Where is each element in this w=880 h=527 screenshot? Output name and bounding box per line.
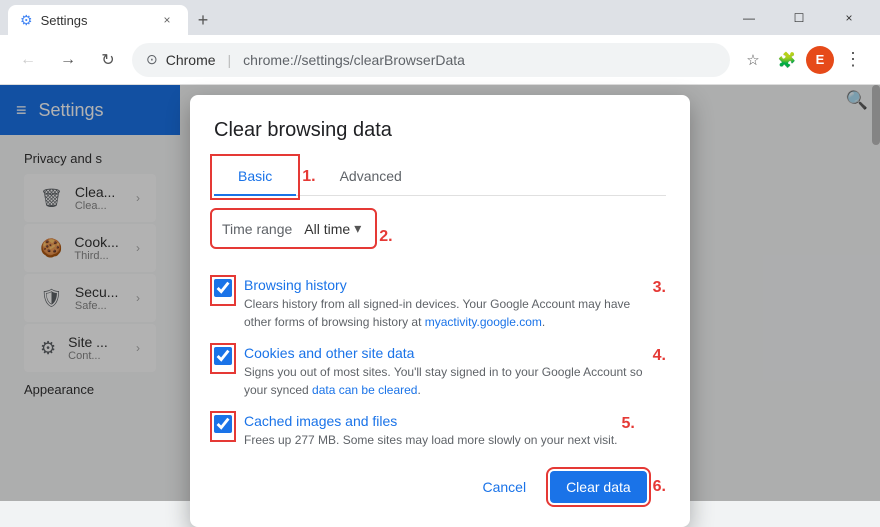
time-range-selector[interactable]: Time range All time ▾: [214, 212, 373, 245]
title-bar: ⚙ Settings × + — ☐ ×: [0, 0, 880, 35]
marker-5: 5.: [621, 415, 634, 433]
marker-6: 6.: [653, 478, 666, 496]
bookmark-button[interactable]: ☆: [738, 45, 768, 75]
refresh-button[interactable]: ↻: [92, 44, 124, 76]
settings-page: ≡ Settings Privacy and s 🗑 Clea... Clea.…: [0, 85, 880, 501]
cached-container: Cached images and files Frees up 277 MB.…: [214, 413, 666, 463]
profile-button[interactable]: E: [806, 46, 834, 74]
dialog-footer: Cancel Clear data 6.: [214, 471, 666, 503]
marker-2: 2.: [379, 228, 392, 246]
cookies-row: Cookies and other site data Signs you ou…: [214, 345, 649, 399]
maximize-button[interactable]: ☐: [776, 3, 822, 33]
dropdown-arrow-icon: ▾: [354, 220, 361, 237]
browsing-history-desc: Clears history from all signed-in device…: [244, 295, 649, 331]
dialog-overlay: Clear browsing data Basic 1. Advanced Ti…: [0, 85, 880, 501]
cookies-text: Cookies and other site data Signs you ou…: [244, 345, 649, 399]
marker-1: 1.: [302, 168, 315, 186]
url-bar[interactable]: ⊙ Chrome | chrome://settings/clearBrowse…: [132, 43, 730, 77]
active-tab[interactable]: ⚙ Settings ×: [8, 5, 188, 35]
clear-btn-container: Clear data 6.: [550, 471, 666, 503]
cookies-desc: Signs you out of most sites. You'll stay…: [244, 363, 649, 399]
tab-advanced[interactable]: Advanced: [316, 158, 426, 196]
tab-settings-icon: ⚙: [20, 12, 33, 29]
time-range-label: Time range: [222, 221, 292, 237]
data-cleared-link[interactable]: data can be cleared: [312, 383, 417, 397]
close-button[interactable]: ×: [826, 3, 872, 33]
browsing-history-checkbox-wrap[interactable]: [214, 279, 232, 302]
extensions-button[interactable]: 🧩: [772, 45, 802, 75]
minimize-button[interactable]: —: [726, 3, 772, 33]
myactivity-link[interactable]: myactivity.google.com: [425, 315, 542, 329]
time-range-dropdown[interactable]: All time ▾: [300, 218, 365, 239]
tab-basic[interactable]: Basic: [214, 158, 296, 196]
url-domain: Chrome: [166, 52, 216, 68]
tab-title: Settings: [41, 13, 88, 28]
browsing-history-container: Browsing history Clears history from all…: [214, 277, 666, 345]
forward-button[interactable]: →: [52, 44, 84, 76]
url-path: chrome://settings/clearBrowserData: [243, 52, 465, 68]
tab-close-button[interactable]: ×: [158, 11, 176, 29]
clear-browsing-data-dialog: Clear browsing data Basic 1. Advanced Ti…: [190, 95, 690, 527]
cached-desc: Frees up 277 MB. Some sites may load mor…: [244, 431, 617, 449]
cancel-button[interactable]: Cancel: [466, 471, 542, 503]
cached-text: Cached images and files Frees up 277 MB.…: [244, 413, 617, 449]
marker-4: 4.: [653, 347, 666, 365]
browsing-history-text: Browsing history Clears history from all…: [244, 277, 649, 331]
cached-checkbox-wrap[interactable]: [214, 415, 232, 438]
cached-checkbox[interactable]: [214, 415, 232, 433]
url-separator: |: [228, 52, 232, 68]
time-range-value: All time: [304, 221, 350, 237]
back-button[interactable]: ←: [12, 44, 44, 76]
address-bar: ← → ↻ ⊙ Chrome | chrome://settings/clear…: [0, 35, 880, 85]
cookies-checkbox-wrap[interactable]: [214, 347, 232, 370]
clear-data-button[interactable]: Clear data: [550, 471, 647, 503]
cookies-container: Cookies and other site data Signs you ou…: [214, 345, 666, 413]
cached-row: Cached images and files Frees up 277 MB.…: [214, 413, 617, 449]
cookies-heading: Cookies and other site data: [244, 345, 649, 361]
cookies-checkbox[interactable]: [214, 347, 232, 365]
browsing-history-row: Browsing history Clears history from all…: [214, 277, 649, 331]
new-tab-button[interactable]: +: [188, 5, 218, 35]
marker-3: 3.: [653, 279, 666, 297]
dialog-title: Clear browsing data: [214, 119, 666, 142]
dialog-tabs: Basic 1. Advanced: [214, 158, 666, 196]
time-range-container: Time range All time ▾ 2.: [214, 212, 666, 261]
address-bar-icons: ☆ 🧩 E ⋮: [738, 45, 868, 75]
window-controls: — ☐ ×: [726, 3, 872, 33]
tab-bar: ⚙ Settings × +: [8, 0, 218, 35]
site-security-icon: ⊙: [146, 51, 158, 68]
chrome-menu-button[interactable]: ⋮: [838, 45, 868, 75]
cached-heading: Cached images and files: [244, 413, 617, 429]
browsing-history-checkbox[interactable]: [214, 279, 232, 297]
browsing-history-heading: Browsing history: [244, 277, 649, 293]
